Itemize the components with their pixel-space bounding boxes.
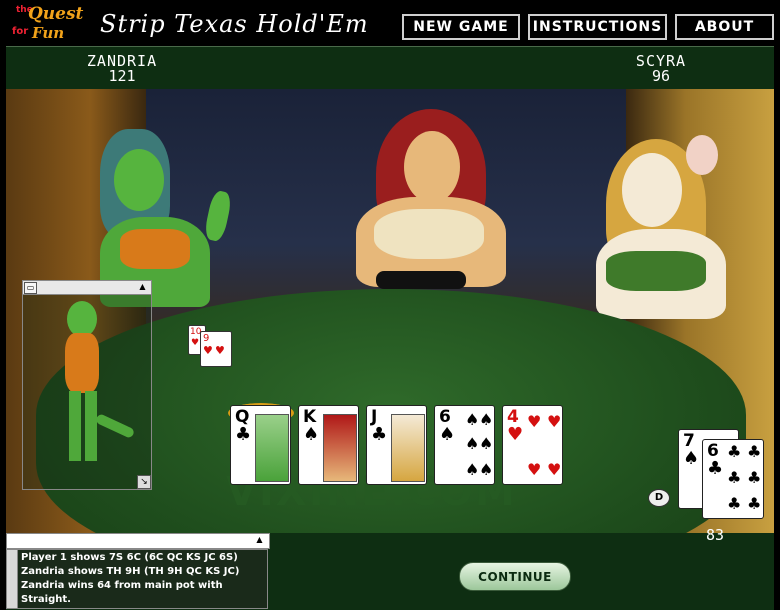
card-pip: ♠ [479, 460, 494, 479]
player-character [53, 301, 136, 471]
card-pip: ♣ [747, 442, 762, 461]
dealer-button: D [648, 489, 670, 507]
card-pip: ♠ [465, 410, 480, 429]
player-right-score: 96 [651, 67, 671, 85]
card-pip: ♣ [747, 494, 762, 513]
card-pip: ♣ [727, 442, 742, 461]
card-pip: ♠ [479, 410, 494, 429]
my-card-2: 6 ♣ ♣ ♣ ♣ ♣ ♣ ♣ [702, 439, 764, 519]
logo-for: for [12, 26, 29, 37]
about-button[interactable]: ABOUT [675, 14, 774, 40]
instructions-button[interactable]: INSTRUCTIONS [528, 14, 667, 40]
card-pip: ♣ [727, 468, 742, 487]
continue-button[interactable]: CONTINUE [459, 562, 571, 591]
card-pip: ♥ [547, 412, 562, 431]
card-pip: ♥ [527, 412, 542, 431]
jack-face-art [391, 414, 425, 482]
game-log[interactable]: Player 1 shows 7S 6C (6C QC KS JC 6S) Za… [6, 549, 268, 609]
zandria-card-2-pip: ♥ [215, 344, 225, 357]
community-card-4: 6 ♠ ♠ ♠ ♠ ♠ ♠ ♠ [434, 405, 495, 485]
card-pip: ♥ [547, 460, 562, 479]
card-suit: ♣ [707, 458, 724, 479]
card-pip: ♠ [465, 434, 480, 453]
resize-icon[interactable]: ↘ [137, 475, 151, 489]
card-pip: ♣ [727, 494, 742, 513]
card-suit: ♠ [683, 448, 700, 469]
card-pip: ♠ [479, 434, 494, 453]
zandria-card-2-rank: 9 [203, 333, 210, 344]
quest-for-fun-logo: the Quest for Fun [8, 4, 90, 44]
arrow-up-icon[interactable]: ▲ [137, 282, 148, 292]
card-suit: ♣ [371, 424, 388, 445]
player-avatar-window[interactable]: ▭ ▲ ↘ [22, 280, 152, 490]
king-face-art [323, 414, 357, 482]
zandria-card-2: 9 ♥ ♥ [200, 331, 232, 367]
score-bar: ZANDRIA 121 SCYRA 96 [6, 46, 774, 90]
chat-input[interactable] [6, 533, 270, 549]
card-pip: ♣ [747, 468, 762, 487]
my-score: 83 [706, 526, 725, 544]
new-game-button[interactable]: NEW GAME [402, 14, 520, 40]
community-card-1: Q ♣ [230, 405, 291, 485]
log-scrollbar[interactable] [7, 550, 18, 608]
redhead-character [346, 109, 506, 309]
scyra-character [586, 129, 736, 329]
header: the Quest for Fun Strip Texas Hold'Em NE… [0, 0, 780, 46]
card-suit: ♠ [439, 424, 456, 445]
card-suit: ♠ [303, 424, 320, 445]
zandria-card-2-suit: ♥ [203, 344, 213, 357]
game-title: Strip Texas Hold'Em [100, 10, 369, 38]
logo-quest: Quest [28, 4, 84, 24]
logo-fun: Fun [32, 24, 65, 42]
card-suit: ♣ [235, 424, 252, 445]
player-window-titlebar[interactable]: ▭ ▲ [23, 281, 151, 295]
log-line: Zandria shows TH 9H (TH 9H QC KS JC) [21, 566, 240, 577]
maximize-icon[interactable]: ▭ [24, 282, 37, 294]
community-card-2: K ♠ [298, 405, 359, 485]
card-suit: ♥ [507, 424, 524, 445]
zandria-card-1-suit: ♥ [191, 338, 200, 348]
player-left-score: 121 [108, 67, 136, 85]
zandria-character [90, 129, 233, 307]
log-line: Zandria wins 64 from main pot with [21, 580, 223, 591]
community-card-5: 4 ♥ ♥ ♥ ♥ ♥ [502, 405, 563, 485]
arrow-up-icon[interactable]: ▲ [253, 534, 266, 546]
card-pip: ♠ [465, 460, 480, 479]
queen-face-art [255, 414, 289, 482]
poker-scene: VIXINE.COM 10 ♥ 9 ♥ ♥ ▭ ▲ ↘ Q ♣ K ♠ J ♣ … [6, 89, 774, 533]
log-line: Straight. [21, 594, 71, 605]
card-pip: ♥ [527, 460, 542, 479]
log-line: Player 1 shows 7S 6C (6C QC KS JC 6S) [21, 552, 238, 563]
community-card-3: J ♣ [366, 405, 427, 485]
